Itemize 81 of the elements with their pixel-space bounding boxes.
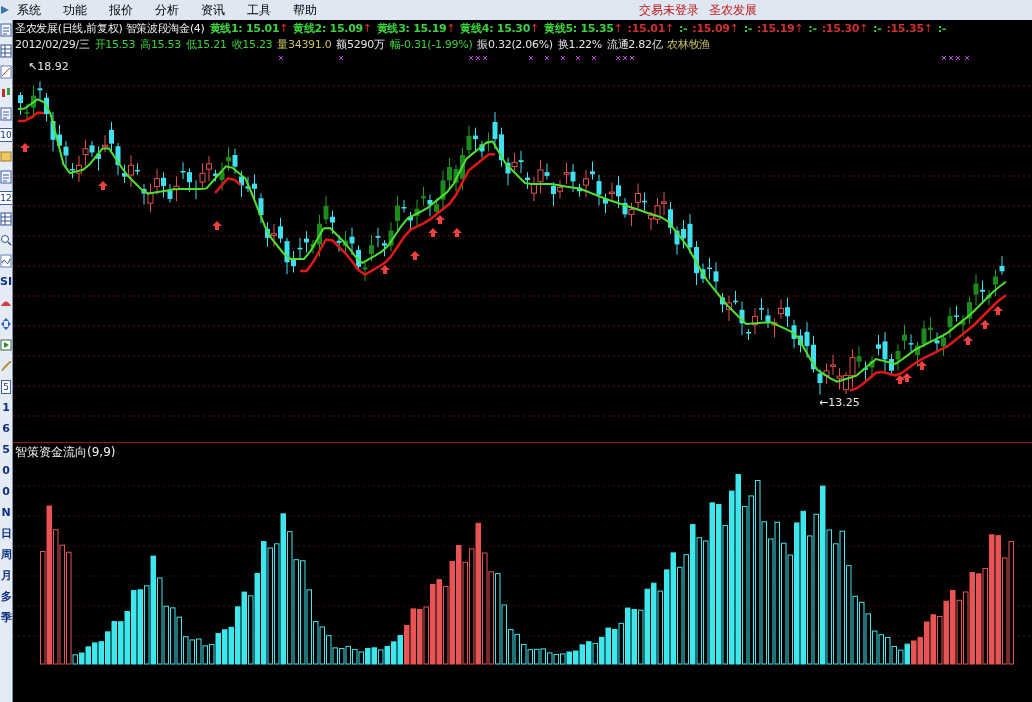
period-button[interactable]: SI: [0, 275, 12, 289]
trade-status: 交易未登录: [639, 1, 699, 19]
period-button[interactable]: 日: [0, 527, 12, 541]
menu-item[interactable]: 分析: [155, 1, 179, 19]
quote-field: 换1.22%: [557, 36, 602, 52]
indicator-value: :15.19↑: [757, 21, 804, 35]
period-button[interactable]: 周: [0, 548, 12, 562]
doc-icon[interactable]: [0, 170, 12, 184]
indicator-value: 黄线5: 15.35↑: [544, 20, 623, 36]
indicator-value: :-: [743, 21, 752, 35]
buy-arrow-icon: [20, 143, 30, 152]
menu-item[interactable]: 功能: [63, 1, 87, 19]
indicator-value: :15.01↑: [627, 21, 674, 35]
wave-icon[interactable]: [0, 254, 12, 268]
quote-field: 开15.53: [94, 36, 136, 52]
indicator-title: 智策资金流向(9,9): [14, 444, 117, 461]
chart-title: 圣农发展(日线,前复权) 智策波段淘金(4): [15, 20, 205, 36]
indicator-value: :15.35↑: [886, 21, 933, 35]
doc-icon[interactable]: [0, 23, 12, 37]
indicator-value: 黄线2: 15.09↑: [293, 20, 372, 36]
indicator-value: :-: [937, 21, 947, 35]
candle-icon[interactable]: [0, 86, 12, 100]
period-button[interactable]: 6: [2, 422, 10, 436]
high-price-label: ↖18.92: [28, 60, 69, 73]
cross-mark-icon: [560, 55, 566, 61]
quote-field: 农林牧渔: [667, 36, 711, 52]
indicator-value: 黄线1: 15.01↑: [209, 20, 289, 36]
cross-mark-icon: [591, 55, 597, 61]
indicator-value: :15.30↑: [821, 21, 869, 35]
stock-name: 圣农发展: [709, 1, 757, 19]
doc-icon[interactable]: [0, 107, 12, 121]
indicator-value: :-: [678, 21, 688, 35]
menu-item[interactable]: 系统: [17, 1, 41, 19]
period-button[interactable]: 月: [0, 569, 12, 583]
quote-field: 2012/02/29/三: [15, 36, 90, 52]
line-icon[interactable]: [0, 65, 12, 79]
period-button[interactable]: 0: [2, 485, 10, 499]
buy-arrow-icon: [212, 221, 222, 230]
grid-icon[interactable]: [0, 212, 12, 226]
cross-mark-icon: [528, 55, 534, 61]
app-icon: [1, 4, 9, 16]
quote-field: 流通2.82亿: [606, 36, 663, 52]
indicator-value: :-: [808, 21, 817, 35]
toolbar-button[interactable]: 12: [0, 191, 12, 205]
search-icon[interactable]: [0, 233, 12, 247]
quote-field: 高15.53: [140, 36, 181, 52]
buy-arrow-icon: [410, 251, 420, 260]
period-button[interactable]: N: [1, 506, 11, 520]
menu-item[interactable]: 资讯: [201, 1, 225, 19]
cross-mark-icon: [575, 55, 581, 61]
move-icon[interactable]: [0, 317, 12, 331]
folder-icon[interactable]: [0, 149, 12, 163]
quote-field: 振0.32(2.06%): [477, 36, 553, 52]
period-button[interactable]: 5: [2, 443, 10, 457]
period-button[interactable]: 季: [0, 611, 12, 625]
toolbar-button[interactable]: 5: [1, 380, 11, 394]
period-button[interactable]: 多: [0, 590, 12, 604]
menu-item[interactable]: 帮助: [293, 1, 317, 19]
menu-item[interactable]: 工具: [247, 1, 271, 19]
cross-mark-icon: [544, 55, 550, 61]
cross-mark-icon: [278, 55, 284, 61]
indicator-value: 黄线4: 15.30↑: [460, 20, 539, 36]
menu-item[interactable]: 报价: [109, 1, 133, 19]
toolbar-button[interactable]: 10: [0, 128, 12, 142]
grid-icon[interactable]: [0, 44, 12, 58]
low-price-label: ←13.25: [819, 396, 860, 409]
quote-field: 低15.21: [185, 36, 227, 52]
indicator-value: 黄线3: 15.19↑: [376, 20, 456, 36]
period-button[interactable]: 1: [2, 401, 10, 415]
quote-field: 量34391.0: [277, 36, 332, 52]
quote-field: 额5290万: [336, 36, 385, 52]
cross-mark-icon: [964, 55, 970, 61]
play-icon[interactable]: [0, 338, 12, 352]
quote-field: 收15.23: [231, 36, 273, 52]
indicator-value: :15.09↑: [692, 21, 739, 35]
buy-arrow-icon: [98, 181, 108, 190]
period-button[interactable]: 0: [2, 464, 10, 478]
buy-arrow-icon: [380, 265, 390, 274]
quote-field: 幅-0.31(-1.99%): [389, 36, 473, 52]
indicator-value: :-: [873, 21, 882, 35]
cross-mark-icon: [338, 55, 344, 61]
